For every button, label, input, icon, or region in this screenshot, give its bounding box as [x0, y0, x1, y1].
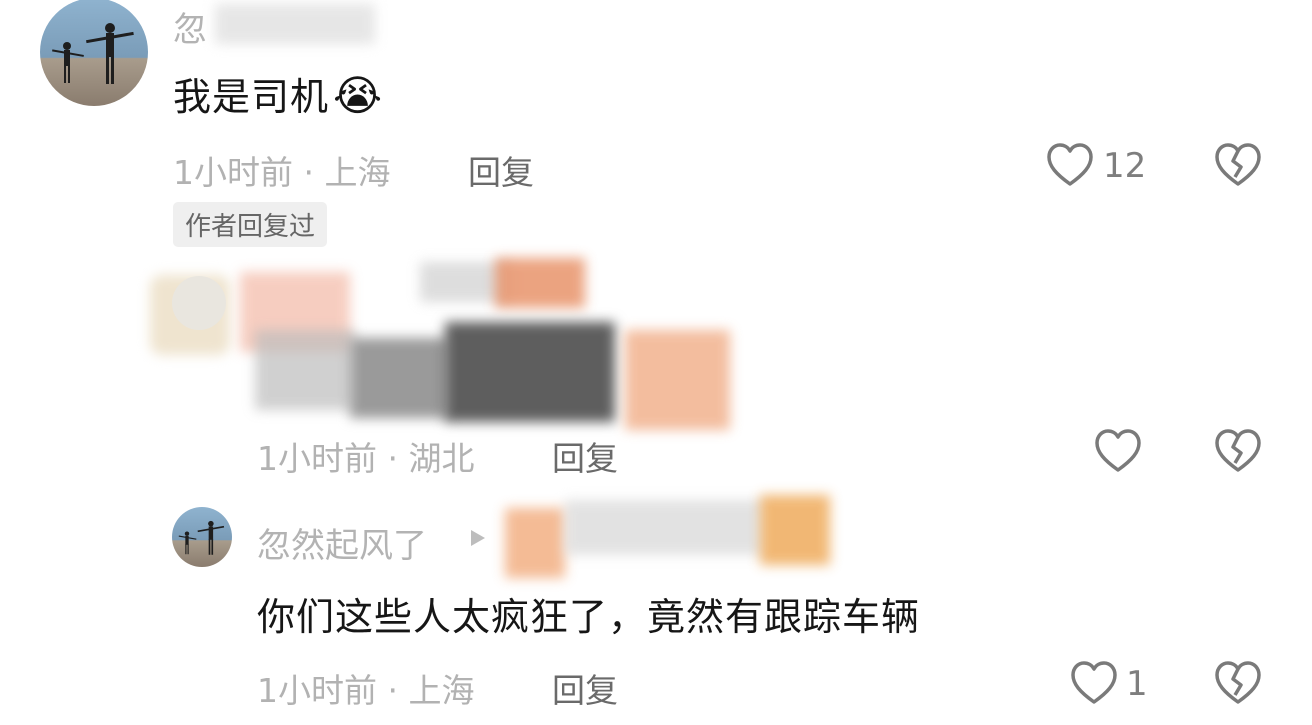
timestamp: 1小时前 [257, 439, 377, 478]
comment-text: 你们这些人太疯狂了，竟然有跟踪车辆 [257, 595, 921, 639]
location: 上海 [408, 671, 475, 710]
comment-body: 我是司机 [173, 75, 330, 119]
separator: · [303, 153, 315, 192]
redacted-text [625, 330, 730, 430]
redacted-username [505, 508, 565, 578]
heart-outline-icon[interactable] [1094, 428, 1142, 474]
avatar[interactable] [40, 0, 148, 106]
redacted-text [350, 338, 450, 418]
heart-outline-icon[interactable] [1070, 660, 1118, 706]
username[interactable]: 忽 [173, 2, 207, 51]
comment-meta: 1小时前 · 上海 [257, 664, 475, 712]
location: 上海 [324, 153, 391, 192]
redacted-username [760, 495, 830, 565]
comment-text: 我是司机😭 [173, 66, 383, 121]
comment-meta: 1小时前 · 湖北 [257, 432, 475, 480]
broken-heart-icon[interactable] [1214, 428, 1262, 474]
redacted-username [215, 4, 375, 44]
reply-button[interactable]: 回复 [552, 664, 618, 712]
location: 湖北 [408, 439, 475, 478]
redacted-username [495, 258, 585, 308]
reply-button[interactable]: 回复 [468, 146, 534, 194]
separator: · [387, 439, 399, 478]
play-triangle-icon [471, 530, 485, 546]
broken-heart-icon[interactable] [1214, 142, 1262, 188]
avatar[interactable] [172, 276, 226, 330]
username[interactable]: 忽然起风了 [257, 518, 427, 567]
comment-meta: 1小时前 · 上海 [173, 146, 391, 194]
like-count: 12 [1103, 146, 1147, 186]
reply-button[interactable]: 回复 [552, 432, 618, 480]
timestamp: 1小时前 [173, 153, 293, 192]
crying-emoji-icon: 😭 [333, 71, 384, 120]
separator: · [387, 671, 399, 710]
redacted-text [445, 322, 615, 422]
avatar[interactable] [172, 507, 232, 567]
redacted-text [255, 330, 355, 410]
author-replied-badge: 作者回复过 [173, 202, 328, 247]
like-count: 1 [1126, 664, 1148, 704]
redacted-username [565, 500, 765, 555]
timestamp: 1小时前 [257, 671, 377, 710]
broken-heart-icon[interactable] [1214, 660, 1262, 706]
heart-outline-icon[interactable] [1046, 142, 1094, 188]
